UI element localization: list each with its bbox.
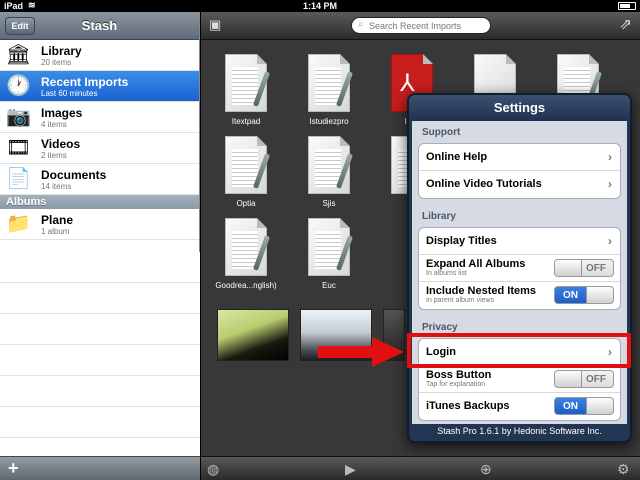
globe-icon[interactable]: ◍ [207,460,219,478]
row-label: Include Nested Items [426,285,537,297]
download-icon[interactable]: ⊕ [480,460,492,478]
file-name: Istudiezpro [309,117,349,126]
search-bar[interactable]: ⌕ [351,17,491,34]
file-item[interactable]: Itextpad [206,54,286,126]
import-folder-icon[interactable]: ▣ [209,17,225,33]
text-document-icon [225,136,271,194]
section-header-privacy: Privacy [422,322,458,333]
gear-icon[interactable]: ⚙ [617,460,630,478]
folder-icon: 📁 [6,213,31,235]
library-group: Display Titles › Expand All Albums In al… [418,227,621,310]
text-document-icon [308,54,354,112]
include-nested-items-toggle[interactable]: ON [554,286,614,304]
sidebar-title: Stash [81,18,118,33]
clock-icon: 🕐 [6,75,31,97]
sidebar-item-recent-imports[interactable]: 🕐 Recent Imports Last 60 minutes [0,71,199,102]
file-item[interactable]: Sjis [289,136,369,208]
row-sublabel: In albums list [426,270,467,277]
add-album-button[interactable]: + [8,458,19,479]
row-label: Online Video Tutorials [426,178,542,190]
file-item[interactable]: Euc [289,218,369,290]
main-toolbar: ▣ ⌕ ⇗ [201,12,640,40]
row-sublabel: Tap for explanation [426,381,486,388]
share-icon[interactable]: ⇗ [619,16,632,34]
file-name: Goodrea...nglish) [215,281,277,290]
text-document-icon [225,54,271,112]
sidebar-item-count: 14 items [41,182,72,191]
sidebar-item-label: Library [41,44,82,58]
expand-all-albums-toggle[interactable]: OFF [554,259,614,277]
text-document-icon [308,136,354,194]
text-document-icon [225,218,271,276]
sidebar-item-library[interactable]: 🏛 Library 20 items [0,40,199,71]
settings-title: Settings [409,95,630,121]
sidebar-item-images[interactable]: 📷 Images 4 items [0,102,199,133]
boss-button-row: Boss Button Tap for explanation OFF [419,366,620,393]
play-icon[interactable]: ▶ [345,460,356,478]
include-nested-items-row: Include Nested Items In parent album vie… [419,282,620,309]
film-strip-icon: 🎞 [5,137,32,159]
settings-body: Support Online Help › Online Video Tutor… [412,121,627,424]
file-item[interactable]: Istudiezpro [289,54,369,126]
bottom-toolbar: ◍ ▶ ⊕ ⚙ [201,456,640,480]
sidebar-item-label: Plane [41,213,74,227]
file-name: Sjis [322,199,336,208]
section-header-library: Library [422,211,456,222]
itunes-backups-toggle[interactable]: ON [554,397,614,415]
sidebar-item-count: 2 items [41,151,67,160]
version-footer: Stash Pro 1.6.1 by Hedonic Software Inc. [437,426,602,436]
sidebar-item-videos[interactable]: 🎞 Videos 2 items [0,133,199,164]
sidebar-item-label: Documents [41,168,107,182]
file-item[interactable]: Goodrea...nglish) [206,218,286,290]
row-label: Online Help [426,151,488,163]
albums-section-header: Albums [0,195,199,209]
sidebar-item-label: Recent Imports [41,75,129,89]
sidebar-item-label: Images [41,106,83,120]
itunes-backups-row: iTunes Backups ON [419,393,620,420]
clock-time: 1:14 PM [302,1,337,11]
empty-list-rows [0,252,200,460]
status-bar: iPad ≋ 1:14 PM [0,0,640,12]
expand-all-albums-row: Expand All Albums In albums list OFF [419,255,620,282]
sidebar-item-plane[interactable]: 📁 Plane 1 album [0,209,199,240]
chevron-right-icon: › [608,150,612,164]
text-document-icon [308,218,354,276]
row-label: Expand All Albums [426,258,526,270]
section-header-support: Support [422,127,461,138]
search-icon: ⌕ [358,19,364,30]
sidebar-item-count: Last 60 minutes [41,89,98,98]
display-titles-row[interactable]: Display Titles › [419,228,620,255]
file-name: Optia [236,199,256,208]
sidebar-header: Edit Stash [0,12,199,40]
row-label: Display Titles [426,235,497,247]
sidebar-toolbar: + [0,456,200,480]
sidebar-item-count: 4 items [41,120,67,129]
online-video-tutorials-row[interactable]: Online Video Tutorials › [419,171,620,198]
sidebar-item-count: 1 album [41,227,70,236]
file-name: Itextpad [231,117,261,126]
sidebar-item-documents[interactable]: 📄 Documents 14 items [0,164,199,195]
red-arrow-icon [318,337,404,367]
camera-icon: 📷 [6,106,31,128]
settings-popover: Settings Support Online Help › Online Vi… [407,93,632,443]
document-icon: 📄 [6,168,31,190]
sidebar: Edit Stash 🏛 Library 20 items 🕐 Recent I… [0,12,200,480]
row-sublabel: In parent album views [426,297,495,304]
search-input[interactable] [369,19,487,32]
sidebar-item-label: Videos [41,137,81,151]
login-highlight-box [407,333,631,368]
support-group: Online Help › Online Video Tutorials › [418,143,621,199]
row-label: iTunes Backups [426,400,510,412]
chevron-right-icon: › [608,234,612,248]
battery-icon [618,2,636,10]
file-name: Euc [322,281,336,290]
online-help-row[interactable]: Online Help › [419,144,620,171]
sidebar-item-count: 20 items [41,58,72,67]
library-building-icon: 🏛 [5,44,32,66]
image-thumbnail[interactable] [217,309,289,361]
chevron-right-icon: › [608,177,612,191]
file-item[interactable]: Optia [206,136,286,208]
row-label: Boss Button [426,369,492,381]
boss-button-toggle[interactable]: OFF [554,370,614,388]
